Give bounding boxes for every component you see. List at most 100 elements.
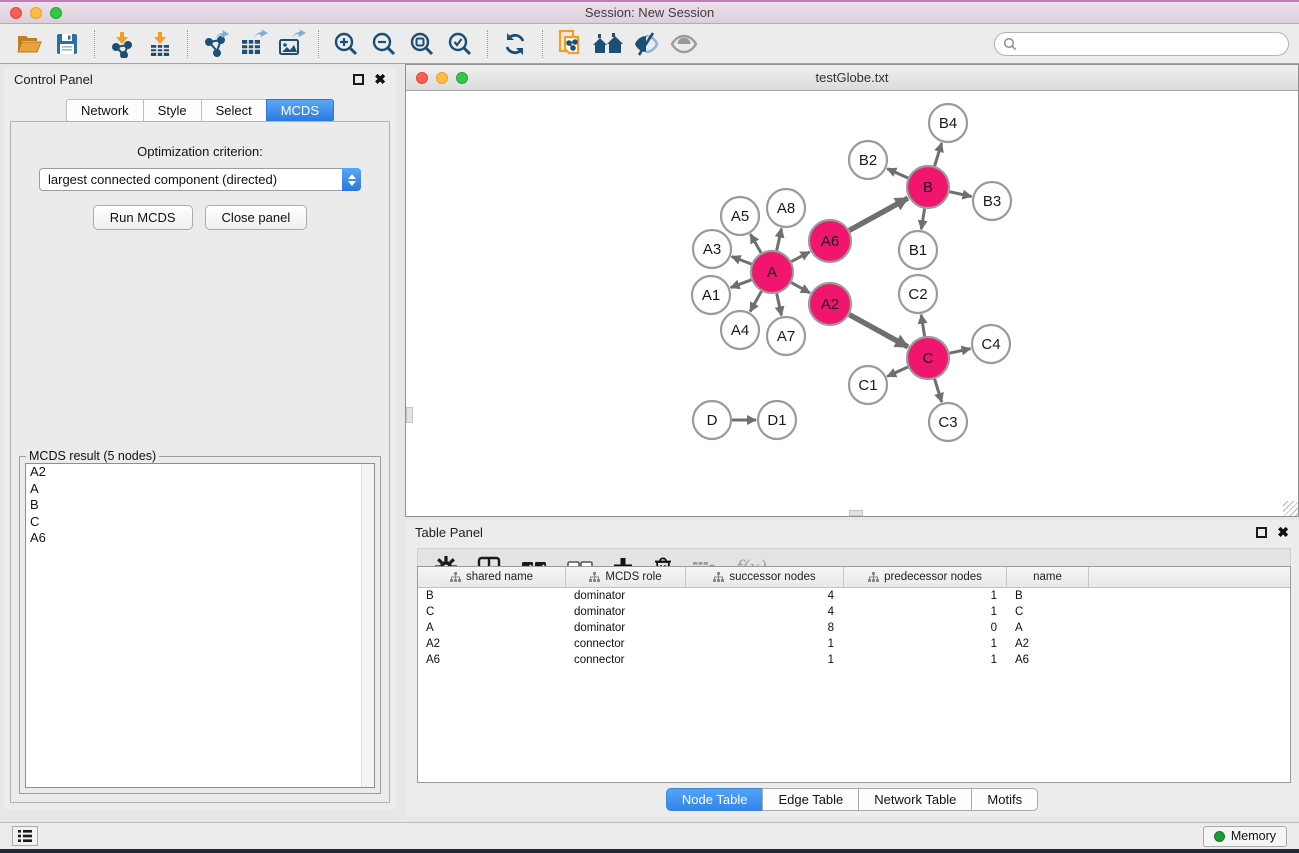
tab-select[interactable]: Select — [201, 99, 266, 122]
tab-node-table[interactable]: Node Table — [666, 788, 763, 811]
table-row[interactable]: Adominator80A — [418, 620, 1290, 636]
graph-edge-A-A5[interactable] — [750, 234, 761, 253]
graph-edge-C-C4[interactable] — [950, 349, 971, 354]
cell-predecessor-nodes[interactable]: 1 — [844, 652, 1007, 668]
zoom-fit-button[interactable] — [403, 28, 441, 60]
mcds-result-list[interactable]: A2ABCA6 — [25, 463, 375, 788]
resize-grip[interactable] — [1283, 501, 1298, 516]
graph-edge-A2-C[interactable] — [849, 315, 908, 347]
cell-shared-name[interactable]: B — [418, 588, 566, 604]
network-minimize-button[interactable] — [436, 72, 448, 84]
tab-network-table[interactable]: Network Table — [858, 788, 971, 811]
network-zoom-button[interactable] — [456, 72, 468, 84]
show-graphics-details-button[interactable] — [665, 28, 703, 60]
cell-MCDS-role[interactable]: connector — [566, 652, 686, 668]
cell-MCDS-role[interactable]: dominator — [566, 620, 686, 636]
zoom-in-button[interactable] — [327, 28, 365, 60]
table-row[interactable]: A2connector11A2 — [418, 636, 1290, 652]
network-close-button[interactable] — [416, 72, 428, 84]
duplicate-network-button[interactable] — [551, 28, 589, 60]
cell-MCDS-role[interactable]: connector — [566, 636, 686, 652]
graph-edge-C-C1[interactable] — [887, 367, 908, 376]
cell-name[interactable]: A — [1007, 620, 1089, 636]
cell-shared-name[interactable]: A2 — [418, 636, 566, 652]
column-header-MCDS-role[interactable]: MCDS role — [566, 567, 686, 587]
cell-name[interactable]: C — [1007, 604, 1089, 620]
minimize-window-button[interactable] — [30, 7, 42, 19]
cell-successor-nodes[interactable]: 1 — [686, 652, 844, 668]
result-scrollbar[interactable] — [361, 464, 374, 787]
cell-MCDS-role[interactable]: dominator — [566, 604, 686, 620]
cell-successor-nodes[interactable]: 4 — [686, 588, 844, 604]
export-image-button[interactable] — [272, 28, 310, 60]
hide-graphics-details-button[interactable] — [627, 28, 665, 60]
column-header-successor-nodes[interactable]: successor nodes — [686, 567, 844, 587]
column-header-shared-name[interactable]: shared name — [418, 567, 566, 587]
cell-predecessor-nodes[interactable]: 0 — [844, 620, 1007, 636]
column-header-name[interactable]: name — [1007, 567, 1089, 587]
tab-mcds[interactable]: MCDS — [266, 99, 334, 122]
graph-edge-A-A2[interactable] — [791, 283, 810, 293]
tab-edge-table[interactable]: Edge Table — [762, 788, 858, 811]
cell-successor-nodes[interactable]: 8 — [686, 620, 844, 636]
import-network-button[interactable] — [103, 28, 141, 60]
float-panel-icon[interactable] — [1256, 527, 1267, 538]
column-header-predecessor-nodes[interactable]: predecessor nodes — [844, 567, 1007, 587]
search-input[interactable] — [1022, 37, 1280, 52]
cell-shared-name[interactable]: C — [418, 604, 566, 620]
close-panel-button[interactable]: Close panel — [205, 205, 308, 230]
result-item[interactable]: A6 — [26, 530, 374, 547]
result-item[interactable]: A2 — [26, 464, 374, 481]
graph-edge-C-C2[interactable] — [921, 315, 924, 337]
cell-MCDS-role[interactable]: dominator — [566, 588, 686, 604]
cell-successor-nodes[interactable]: 4 — [686, 604, 844, 620]
vertical-scrollbar-stub[interactable] — [406, 407, 413, 423]
graph-edge-B-B4[interactable] — [935, 143, 942, 166]
save-session-button[interactable] — [48, 28, 86, 60]
cell-predecessor-nodes[interactable]: 1 — [844, 588, 1007, 604]
table-row[interactable]: Bdominator41B — [418, 588, 1290, 604]
tab-network[interactable]: Network — [66, 99, 143, 122]
optimization-criterion-select[interactable]: largest connected component (directed) — [39, 168, 361, 191]
export-table-button[interactable] — [234, 28, 272, 60]
graph-edge-A-A1[interactable] — [731, 280, 752, 288]
table-row[interactable]: Cdominator41C — [418, 604, 1290, 620]
search-box[interactable] — [994, 32, 1289, 56]
zoom-selected-button[interactable] — [441, 28, 479, 60]
cell-successor-nodes[interactable]: 1 — [686, 636, 844, 652]
export-network-button[interactable] — [196, 28, 234, 60]
refresh-button[interactable] — [496, 28, 534, 60]
graph-edge-B-B2[interactable] — [887, 169, 908, 178]
result-item[interactable]: C — [26, 514, 374, 531]
float-panel-icon[interactable] — [353, 74, 364, 85]
cell-predecessor-nodes[interactable]: 1 — [844, 636, 1007, 652]
graph-edge-A-A4[interactable] — [750, 291, 761, 311]
cell-shared-name[interactable]: A — [418, 620, 566, 636]
graph-edge-B-B1[interactable] — [921, 209, 924, 230]
close-panel-icon[interactable]: ✖ — [374, 74, 386, 85]
graph-edge-A-A8[interactable] — [777, 229, 782, 251]
network-graph[interactable]: B4B2BB3A5A8A6B1A3AC2A1A2A4A7C4CC1C3DD1 — [406, 91, 1298, 516]
result-item[interactable]: A — [26, 481, 374, 498]
zoom-out-button[interactable] — [365, 28, 403, 60]
graph-edge-C-C3[interactable] — [935, 379, 942, 402]
import-table-button[interactable] — [141, 28, 179, 60]
tab-motifs[interactable]: Motifs — [971, 788, 1038, 811]
graph-edge-A-A6[interactable] — [791, 252, 809, 262]
cell-name[interactable]: A6 — [1007, 652, 1089, 668]
tab-style[interactable]: Style — [143, 99, 201, 122]
cell-name[interactable]: A2 — [1007, 636, 1089, 652]
close-panel-icon[interactable]: ✖ — [1277, 527, 1289, 538]
graph-edge-A6-B[interactable] — [849, 198, 908, 230]
task-history-button[interactable] — [12, 826, 38, 846]
cell-shared-name[interactable]: A6 — [418, 652, 566, 668]
first-neighbors-button[interactable] — [589, 28, 627, 60]
result-item[interactable]: B — [26, 497, 374, 514]
graph-edge-B-B3[interactable] — [950, 192, 972, 197]
close-window-button[interactable] — [10, 7, 22, 19]
cell-name[interactable]: B — [1007, 588, 1089, 604]
graph-edge-A-A3[interactable] — [732, 257, 752, 265]
table-row[interactable]: A6connector11A6 — [418, 652, 1290, 668]
open-file-button[interactable] — [10, 28, 48, 60]
cell-predecessor-nodes[interactable]: 1 — [844, 604, 1007, 620]
